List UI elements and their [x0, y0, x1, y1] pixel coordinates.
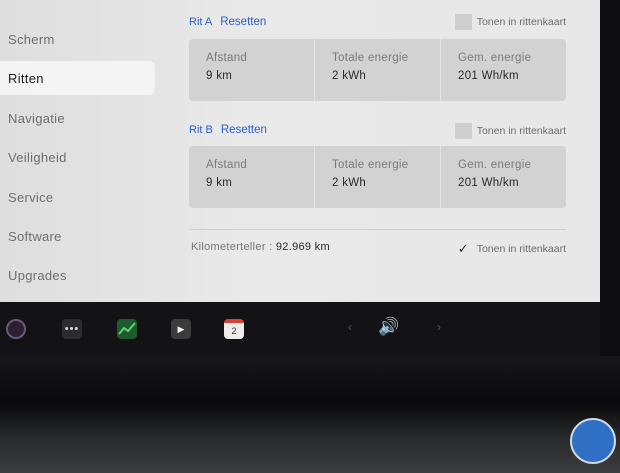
sidebar-item-label: Upgrades [8, 267, 67, 283]
checkbox-unchecked[interactable] [454, 14, 472, 30]
stat-value: 2 kWh [332, 177, 367, 189]
chevron-left-icon[interactable]: ‹ [348, 320, 352, 334]
divider [189, 229, 566, 230]
sidebar-item-label: Navigatie [8, 110, 65, 126]
stat-total-energy: Totale energie 2 kWh [315, 146, 441, 208]
stat-label: Afstand [206, 52, 248, 64]
trip-b-stats: Afstand 9 km Totale energie 2 kWh Gem. e… [189, 146, 566, 208]
trip-a-stats: Afstand 9 km Totale energie 2 kWh Gem. e… [189, 39, 566, 101]
toggle-label: Tonen in rittenkaart [476, 243, 566, 255]
sidebar-item-upgrades[interactable]: Upgrades [0, 258, 155, 292]
sidebar-item-scherm[interactable]: Scherm [0, 22, 155, 56]
volume-icon[interactable]: 🔊 [378, 317, 399, 337]
stat-label: Afstand [206, 159, 248, 171]
odometer-show-on-map-toggle[interactable]: ✓ Tonen in rittenkaart [455, 240, 566, 258]
media-app-icon[interactable]: ▶ [171, 319, 191, 339]
checkmark-icon[interactable]: ✓ [455, 241, 472, 257]
app-dock: ••• ▶ 2 ‹ 🔊 › [0, 302, 600, 356]
sidebar-item-ritten[interactable]: Ritten [0, 61, 155, 95]
stat-avg-energy: Gem. energie 201 Wh/km [441, 39, 566, 101]
trip-a-header: Rit A Resetten [189, 13, 266, 31]
trip-a-title: Rit A [189, 16, 213, 28]
stat-avg-energy: Gem. energie 201 Wh/km [441, 146, 566, 208]
odometer-label: Kilometerteller : [191, 241, 273, 253]
trips-panel: Rit A Resetten Tonen in rittenkaart Afst… [160, 0, 600, 302]
toggle-label: Tonen in rittenkaart [476, 16, 566, 28]
odometer: Kilometerteller : 92.969 km [191, 241, 330, 253]
settings-sidebar: Scherm Ritten Navigatie Veiligheid Servi… [0, 0, 160, 302]
sidebar-item-label: Veiligheid [8, 149, 67, 165]
sidebar-item-veiligheid[interactable]: Veiligheid [0, 140, 155, 174]
sidebar-item-label: Service [8, 189, 54, 205]
stat-value: 9 km [206, 177, 233, 189]
odometer-value: 92.969 km [275, 241, 330, 253]
trip-b-show-on-map-toggle[interactable]: Tonen in rittenkaart [454, 122, 566, 140]
touchscreen: Scherm Ritten Navigatie Veiligheid Servi… [0, 0, 600, 302]
energy-app-icon[interactable] [117, 319, 137, 339]
toggle-label: Tonen in rittenkaart [476, 125, 566, 137]
stat-distance: Afstand 9 km [189, 146, 315, 208]
stat-label: Gem. energie [458, 52, 532, 64]
stat-value: 201 Wh/km [458, 177, 519, 189]
stat-value: 9 km [206, 70, 233, 82]
stat-label: Gem. energie [458, 159, 532, 171]
trip-a-show-on-map-toggle[interactable]: Tonen in rittenkaart [454, 13, 566, 31]
car-interior-background [0, 356, 620, 473]
trip-a-reset-button[interactable]: Resetten [220, 16, 266, 28]
stat-label: Totale energie [332, 159, 409, 171]
trip-b-header: Rit B Resetten [189, 121, 267, 139]
sidebar-item-software[interactable]: Software [0, 219, 155, 253]
sidebar-item-label: Scherm [8, 31, 55, 47]
trip-b-reset-button[interactable]: Resetten [221, 124, 267, 136]
trip-b-title: Rit B [189, 124, 213, 136]
more-apps-icon[interactable]: ••• [62, 319, 82, 339]
sidebar-item-service[interactable]: Service [0, 180, 155, 214]
stat-total-energy: Totale energie 2 kWh [315, 39, 441, 101]
calendar-app-icon[interactable]: 2 [224, 319, 244, 339]
stat-value: 201 Wh/km [458, 70, 519, 82]
stat-distance: Afstand 9 km [189, 39, 315, 101]
checkbox-unchecked[interactable] [454, 123, 472, 139]
sidebar-item-navigatie[interactable]: Navigatie [0, 101, 155, 135]
sidebar-item-label: Ritten [8, 70, 44, 86]
stat-value: 2 kWh [332, 70, 367, 82]
stat-label: Totale energie [332, 52, 409, 64]
chevron-right-icon[interactable]: › [437, 320, 441, 334]
camera-app-icon[interactable] [6, 319, 26, 339]
chart-line-icon [118, 322, 136, 335]
watermark-logo [570, 418, 616, 464]
sidebar-item-label: Software [8, 228, 62, 244]
